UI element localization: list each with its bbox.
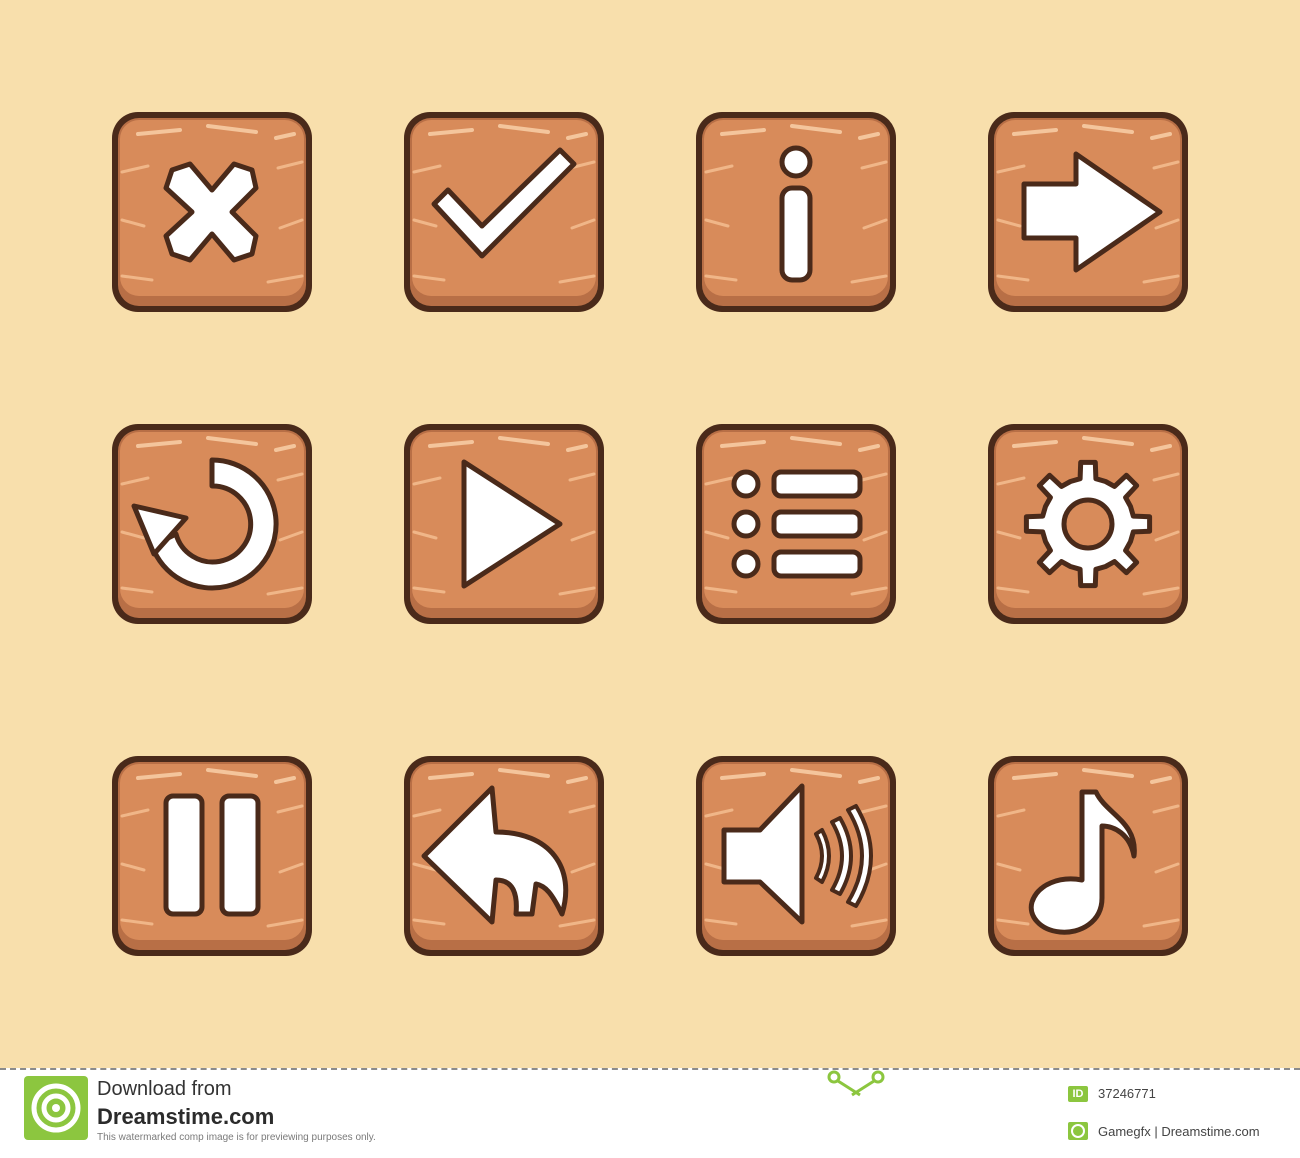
back-button[interactable] [400, 752, 608, 960]
image-id: 37246771 [1098, 1086, 1156, 1101]
pause-icon [108, 752, 316, 960]
list-icon [692, 420, 900, 628]
music-note-icon [984, 752, 1192, 960]
restart-icon [108, 420, 316, 628]
credit-text: Gamegfx | Dreamstime.com [1098, 1124, 1260, 1139]
music-button[interactable] [984, 752, 1192, 960]
gear-icon [984, 420, 1192, 628]
confirm-button[interactable] [400, 108, 608, 316]
checkmark-icon [400, 108, 608, 316]
site-name: Dreamstime.com [97, 1104, 275, 1129]
cut-line [0, 1068, 1300, 1070]
download-from-text: Download from [97, 1078, 232, 1100]
speaker-icon [692, 752, 900, 960]
settings-button[interactable] [984, 420, 1192, 628]
id-badge: ID [1068, 1086, 1088, 1102]
dreamstime-logo-icon [24, 1076, 88, 1140]
next-button[interactable] [984, 108, 1192, 316]
back-arrow-icon [400, 752, 608, 960]
sound-button[interactable] [692, 752, 900, 960]
play-button[interactable] [400, 420, 608, 628]
scissors-icon [827, 1070, 885, 1097]
info-button[interactable] [692, 108, 900, 316]
menu-button[interactable] [692, 420, 900, 628]
pause-button[interactable] [108, 752, 316, 960]
restart-button[interactable] [108, 420, 316, 628]
info-icon [692, 108, 900, 316]
close-icon [108, 108, 316, 316]
preview-note: This watermarked comp image is for previ… [97, 1132, 376, 1143]
watermark-footer: Download from Dreamstime.com This waterm… [0, 1068, 1300, 1158]
copyright-icon [1068, 1122, 1088, 1140]
arrow-right-icon [984, 108, 1192, 316]
play-icon [400, 420, 608, 628]
close-button[interactable] [108, 108, 316, 316]
